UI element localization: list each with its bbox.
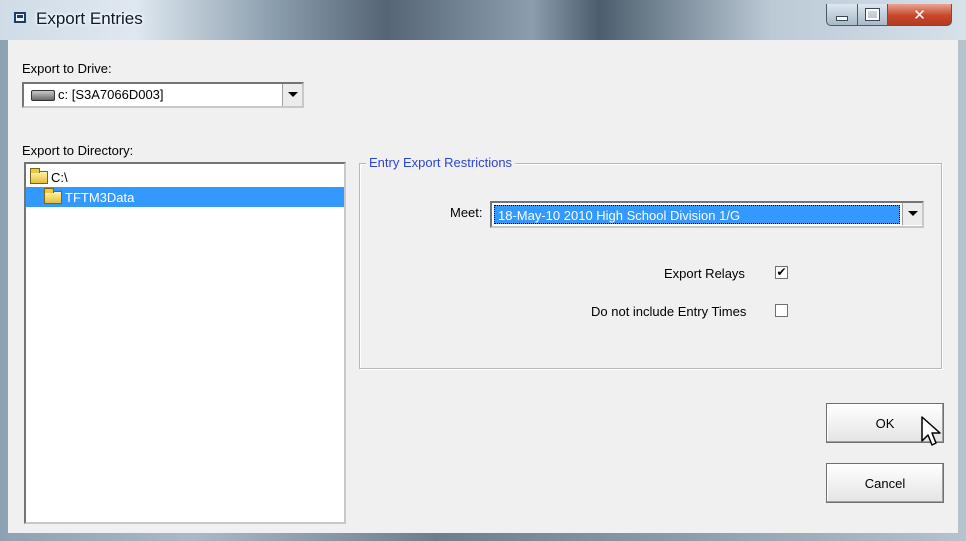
no-entry-times-label: Do not include Entry Times — [591, 304, 747, 319]
directory-item-tftm3data[interactable]: TFTM3Data — [26, 187, 344, 207]
meet-value: 18-May-10 2010 High School Division 1/G — [494, 205, 900, 224]
cancel-button[interactable]: Cancel — [826, 463, 944, 503]
entry-export-restrictions-group: Entry Export Restrictions Meet: 18-May-1… — [359, 155, 942, 369]
title-bar[interactable]: Export Entries ✕ — [0, 0, 966, 40]
drive-dropdown-arrow[interactable] — [282, 84, 302, 106]
window-title: Export Entries — [36, 9, 143, 28]
meet-label: Meet: — [450, 205, 483, 220]
hard-drive-icon — [31, 90, 55, 101]
dialog-body: Export to Drive: c: [S3A7066D003] Export… — [8, 40, 958, 533]
drive-dropdown[interactable]: c: [S3A7066D003] — [22, 82, 304, 108]
maximize-icon — [865, 8, 880, 21]
meet-dropdown-arrow[interactable] — [902, 203, 922, 225]
meet-dropdown[interactable]: 18-May-10 2010 High School Division 1/G — [490, 201, 924, 228]
drive-value: c: [S3A7066D003] — [58, 87, 164, 102]
directory-item-label: C:\ — [51, 169, 68, 185]
minimize-icon — [836, 16, 848, 21]
no-entry-times-checkbox[interactable] — [775, 304, 788, 317]
export-relays-label: Export Relays — [664, 266, 745, 281]
folder-icon — [30, 167, 48, 184]
maximize-button[interactable] — [858, 4, 888, 26]
directory-item-root[interactable]: C:\ — [30, 167, 68, 187]
app-icon — [14, 12, 26, 23]
folder-icon — [44, 187, 62, 204]
group-title: Entry Export Restrictions — [366, 155, 516, 170]
minimize-button[interactable] — [826, 4, 858, 26]
directory-list[interactable]: C:\ TFTM3Data — [24, 162, 346, 524]
directory-item-label: TFTM3Data — [65, 189, 135, 205]
export-relays-checkbox[interactable]: ✔ — [775, 266, 788, 279]
close-icon: ✕ — [913, 6, 926, 24]
caption-buttons: ✕ — [826, 4, 952, 26]
mouse-cursor-icon — [921, 416, 941, 446]
close-button[interactable]: ✕ — [888, 4, 952, 26]
directory-label: Export to Directory: — [22, 143, 134, 158]
export-entries-window: Export Entries ✕ Export to Drive: c: [S3… — [0, 0, 966, 541]
drive-label: Export to Drive: — [22, 61, 112, 76]
